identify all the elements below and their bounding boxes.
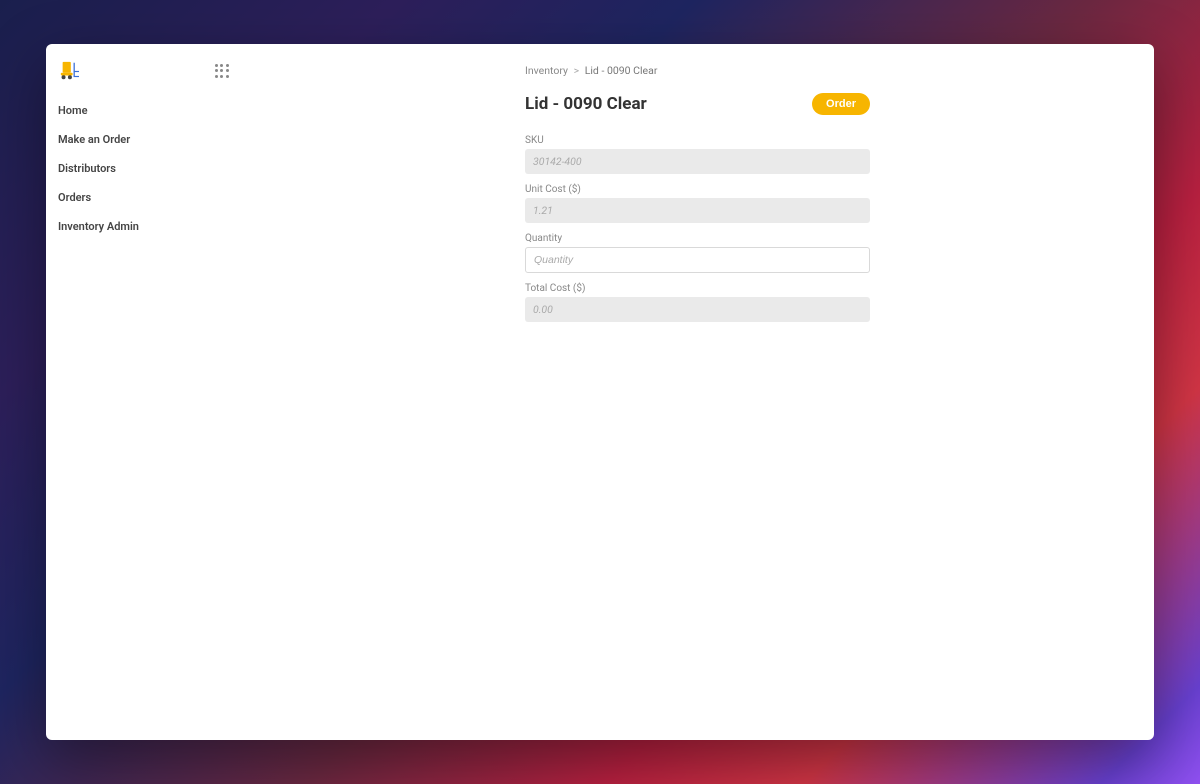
sidebar-item-make-order[interactable]: Make an Order — [58, 127, 191, 152]
field-sku: SKU 30142-400 — [525, 135, 870, 174]
sidebar-item-home[interactable]: Home — [58, 98, 191, 123]
order-button[interactable]: Order — [812, 93, 870, 115]
breadcrumb-parent[interactable]: Inventory — [525, 64, 568, 77]
apps-grid-icon[interactable] — [215, 64, 229, 78]
sidebar-item-distributors[interactable]: Distributors — [58, 156, 191, 181]
app-window: Home Make an Order Distributors Orders I… — [46, 44, 1154, 740]
content-area: Inventory > Lid - 0090 Clear Lid - 0090 … — [191, 44, 1154, 740]
total-cost-value: 0.00 — [525, 297, 870, 322]
breadcrumb-current: Lid - 0090 Clear — [585, 64, 658, 77]
unit-cost-label: Unit Cost ($) — [525, 184, 870, 195]
sidebar-nav: Home Make an Order Distributors Orders I… — [58, 98, 191, 239]
field-quantity: Quantity — [525, 233, 870, 273]
sidebar-item-inventory-admin[interactable]: Inventory Admin — [58, 214, 191, 239]
sidebar-item-orders[interactable]: Orders — [58, 185, 191, 210]
page-title: Lid - 0090 Clear — [525, 94, 647, 114]
field-unit-cost: Unit Cost ($) 1.21 — [525, 184, 870, 223]
forklift-logo-icon — [58, 60, 80, 80]
main-form-area: Inventory > Lid - 0090 Clear Lid - 0090 … — [525, 60, 870, 322]
breadcrumb-separator: > — [574, 64, 580, 77]
title-row: Lid - 0090 Clear Order — [525, 93, 870, 115]
sku-label: SKU — [525, 135, 870, 146]
sidebar: Home Make an Order Distributors Orders I… — [46, 44, 191, 740]
quantity-label: Quantity — [525, 233, 870, 244]
quantity-input[interactable] — [525, 247, 870, 273]
total-cost-label: Total Cost ($) — [525, 283, 870, 294]
field-total-cost: Total Cost ($) 0.00 — [525, 283, 870, 322]
sku-value: 30142-400 — [525, 149, 870, 174]
unit-cost-value: 1.21 — [525, 198, 870, 223]
breadcrumb: Inventory > Lid - 0090 Clear — [525, 64, 870, 77]
